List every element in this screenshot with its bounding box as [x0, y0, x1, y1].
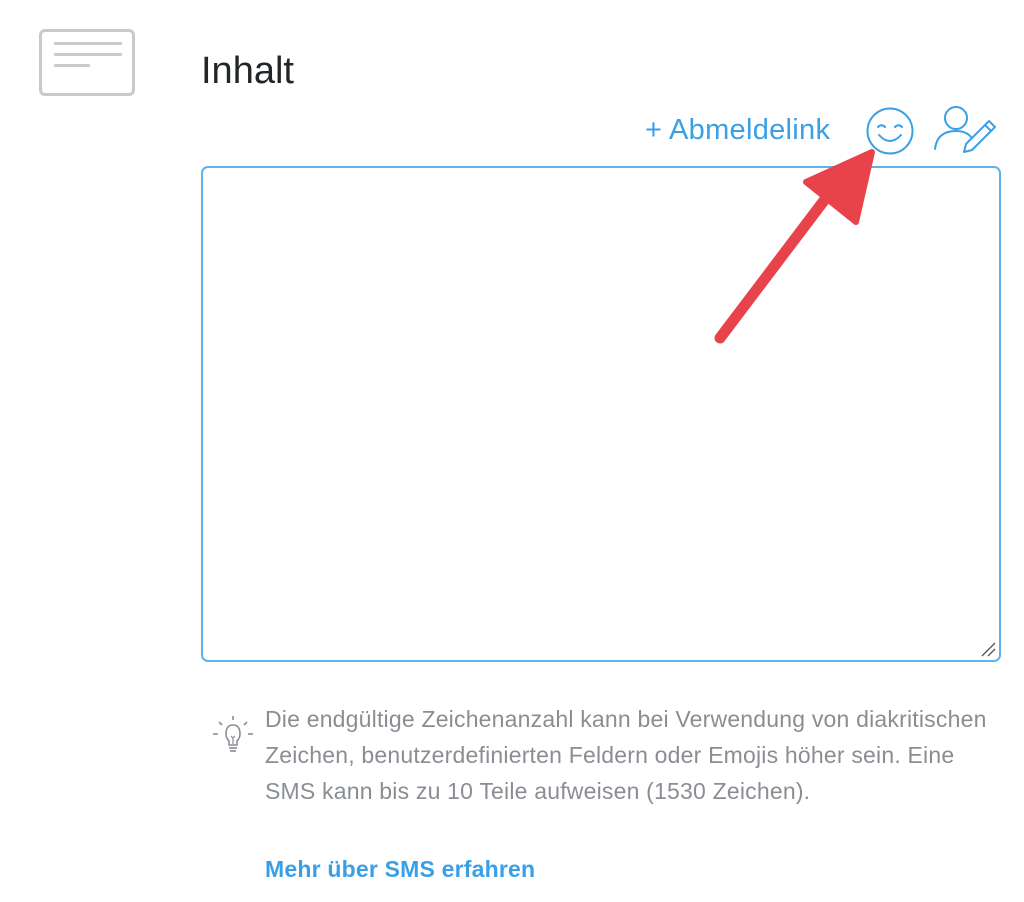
section-title: Inhalt — [201, 50, 294, 92]
text-content-icon — [39, 29, 135, 96]
smiley-icon[interactable] — [865, 106, 915, 156]
sms-content-section: Inhalt + Abmeldelink Die endgültige Zeic… — [0, 0, 1024, 902]
character-count-hint: Die endgültige Zeichenanzahl kann bei Ve… — [265, 706, 987, 804]
lightbulb-icon — [210, 712, 256, 758]
learn-more-sms-link[interactable]: Mehr über SMS erfahren — [265, 856, 535, 883]
sms-content-textarea[interactable] — [201, 166, 1001, 662]
add-unsubscribe-link-button[interactable]: + Abmeldelink — [645, 114, 830, 147]
icon-line — [54, 64, 90, 67]
resize-handle-icon[interactable] — [979, 640, 997, 658]
user-edit-icon[interactable] — [933, 104, 997, 154]
icon-line — [54, 42, 122, 45]
icon-line — [54, 53, 122, 56]
